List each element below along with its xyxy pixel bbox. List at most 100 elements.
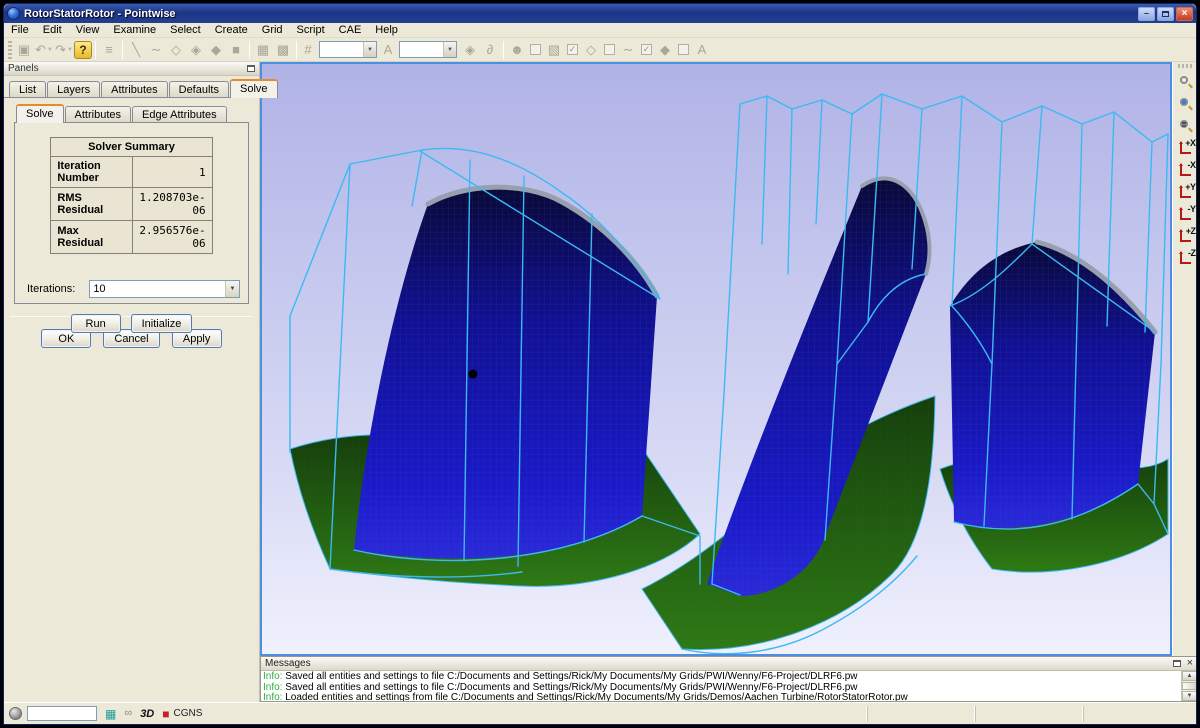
grid-mode-icon: ▦ [105, 708, 116, 720]
iterations-input[interactable] [90, 283, 225, 295]
zoom-box-button[interactable] [1175, 93, 1197, 114]
undo-button[interactable]: ↶▼ [34, 40, 54, 60]
subtab-edge-attributes[interactable]: Edge Attributes [132, 106, 227, 123]
restore-icon [1162, 11, 1169, 17]
mask-button[interactable]: ☻ [507, 40, 527, 60]
view-toolbar-grip[interactable] [1178, 64, 1194, 68]
iterations-combo-arrow-icon[interactable]: ▼ [225, 281, 239, 297]
create-domain-button[interactable]: ◇ [166, 40, 186, 60]
boundary-button[interactable]: ∂ [480, 40, 500, 60]
block-visibility-checkbox[interactable]: ✓ [567, 44, 578, 55]
hybrid-grid-button[interactable]: ▩ [273, 40, 293, 60]
structured-grid-button[interactable]: ▦ [253, 40, 273, 60]
domain-visibility-checkbox[interactable] [604, 44, 615, 55]
view-minus-x-button[interactable]: -X [1175, 159, 1197, 180]
view-plus-x-button[interactable]: +X [1175, 137, 1197, 158]
tab-solve[interactable]: Solve [230, 79, 278, 98]
mask-icon: ☻ [510, 42, 524, 57]
view-plus-y-button[interactable]: +Y [1175, 181, 1197, 202]
menu-examine[interactable]: Examine [106, 23, 163, 38]
mask-checkbox[interactable] [530, 44, 541, 55]
messages-scrollbar[interactable]: ▲ ▼ [1181, 671, 1197, 701]
dimension-icon: # [304, 42, 311, 57]
spacing-combo[interactable]: ▼ [399, 41, 457, 58]
annotation-button[interactable]: A [692, 40, 712, 60]
menu-grid[interactable]: Grid [255, 23, 290, 38]
diamond-button[interactable]: ◆ [655, 40, 675, 60]
create-connector-button[interactable]: ╲ [126, 40, 146, 60]
scroll-up-icon[interactable]: ▲ [1182, 671, 1197, 681]
tab-layers[interactable]: Layers [47, 81, 100, 98]
iterations-combo[interactable]: ▼ [89, 280, 240, 298]
layers-button[interactable]: ≡ [99, 40, 119, 60]
log-level: Info: [263, 671, 282, 682]
flat-domain-button[interactable]: ◇ [581, 40, 601, 60]
scroll-thumb[interactable] [1182, 682, 1197, 690]
title-bar[interactable]: RotorStatorRotor - Pointwise – × [4, 4, 1196, 23]
dimension-combo[interactable]: ▼ [319, 41, 377, 58]
menu-cae[interactable]: CAE [332, 23, 369, 38]
annotation-icon: A [698, 42, 707, 57]
toolbar-separator [95, 41, 96, 59]
menu-edit[interactable]: Edit [36, 23, 69, 38]
app-globe-icon [7, 7, 20, 20]
subtab-attributes[interactable]: Attributes [65, 106, 131, 123]
curve-button[interactable]: ∼ [618, 40, 638, 60]
annotation-visibility-checkbox[interactable] [678, 44, 689, 55]
menu-select[interactable]: Select [163, 23, 208, 38]
save-button[interactable]: ▣ [14, 40, 34, 60]
menu-bar: File Edit View Examine Select Create Gri… [4, 23, 1196, 38]
menu-file[interactable]: File [4, 23, 36, 38]
shaded-cube-button[interactable]: ▧ [544, 40, 564, 60]
panels-float-icon[interactable] [247, 65, 255, 72]
toolbar-grip[interactable] [8, 41, 12, 59]
view-plus-z-button[interactable]: +Z [1175, 225, 1197, 246]
create-spline-button[interactable]: ∼ [146, 40, 166, 60]
redo-button[interactable]: ↷▼ [54, 40, 74, 60]
tab-list[interactable]: List [9, 81, 46, 98]
dimension-button[interactable]: # [300, 40, 316, 60]
tab-attributes[interactable]: Attributes [101, 81, 167, 98]
create-block-button[interactable]: ■ [226, 40, 246, 60]
spacing-combo-input[interactable] [400, 43, 443, 56]
dimension-combo-arrow-icon[interactable]: ▼ [363, 42, 376, 57]
messages-title: Messages [265, 658, 311, 669]
view-minus-y-button[interactable]: -Y [1175, 203, 1197, 224]
menu-help[interactable]: Help [368, 23, 405, 38]
menu-script[interactable]: Script [290, 23, 332, 38]
scroll-down-icon[interactable]: ▼ [1182, 691, 1197, 701]
help-button[interactable]: ? [74, 41, 92, 59]
view-minus-z-button[interactable]: -Z [1175, 247, 1197, 268]
restore-button[interactable] [1157, 7, 1174, 21]
menu-create[interactable]: Create [208, 23, 255, 38]
run-button[interactable]: Run [71, 314, 121, 333]
assemble-button[interactable]: ◆ [206, 40, 226, 60]
create-meshed-domain-button[interactable]: ◈ [186, 40, 206, 60]
solve-cell-button[interactable]: ◈ [460, 40, 480, 60]
dimension-mode-label: 3D [140, 708, 154, 720]
check-icon: ✓ [643, 45, 651, 54]
connector-visibility-checkbox[interactable]: ✓ [641, 44, 652, 55]
zoom-icon [1180, 76, 1192, 88]
tab-defaults[interactable]: Defaults [169, 81, 229, 98]
spacing-combo-arrow-icon[interactable]: ▼ [443, 42, 456, 57]
messages-log[interactable]: Info: Saved all entities and settings to… [261, 671, 1181, 701]
spacing-button[interactable]: A [380, 40, 396, 60]
minimize-button[interactable]: – [1138, 7, 1155, 21]
save-icon: ▣ [18, 42, 30, 58]
status-input[interactable] [27, 706, 97, 721]
initialize-button[interactable]: Initialize [131, 314, 193, 333]
close-button[interactable]: × [1176, 7, 1193, 21]
zoom-extents-button[interactable] [1175, 115, 1197, 136]
menu-view[interactable]: View [69, 23, 107, 38]
subtab-solve[interactable]: Solve [16, 104, 64, 123]
messages-close-icon[interactable]: × [1187, 658, 1193, 669]
zoom-button[interactable] [1175, 71, 1197, 92]
zoom-box-icon [1180, 98, 1192, 110]
dimension-combo-input[interactable] [320, 43, 363, 56]
axis-label: -Z [1188, 249, 1196, 258]
display-viewport[interactable] [260, 62, 1172, 656]
messages-float-icon[interactable] [1173, 660, 1181, 667]
redo-icon: ↷ [55, 42, 66, 58]
log-line: Info: Loaded entities and settings from … [263, 693, 1181, 701]
